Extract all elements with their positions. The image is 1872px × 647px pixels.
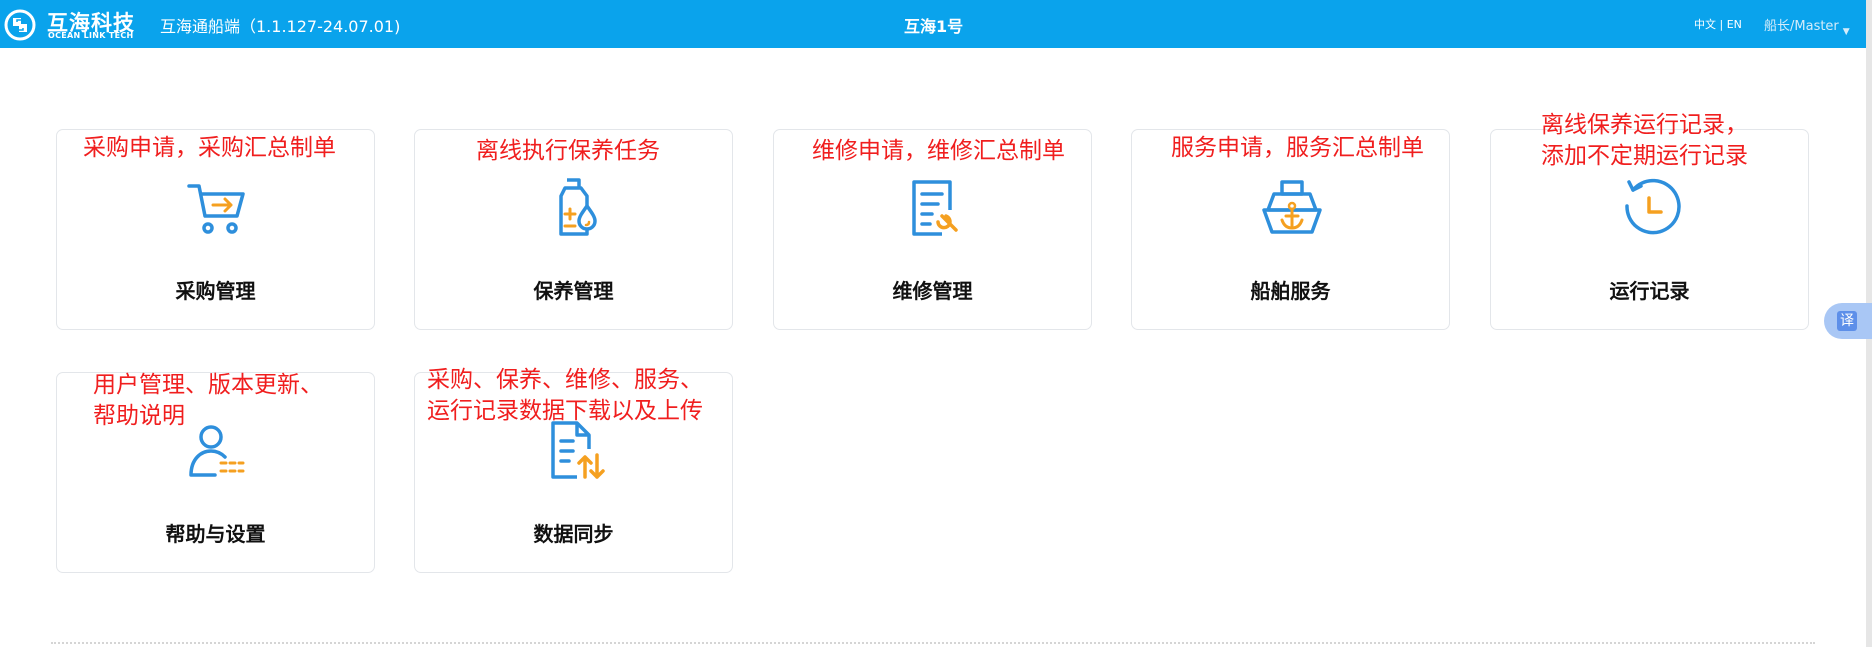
annotation-data-sync: 采购、保养、维修、服务、 运行记录数据下载以及上传 [427,365,703,427]
annotation-line: 帮助说明 [93,403,185,429]
module-label: 帮助与设置 [165,522,266,546]
document-wrench-icon [912,180,958,236]
ship-anchor-icon [1262,180,1322,234]
annotation-line: 采购、保养、维修、服务、 [427,367,703,393]
ocean-link-logo-icon [4,9,36,41]
language-switch[interactable]: 中文 | EN [1694,16,1742,32]
annotation-repair: 维修申请，维修汇总制单 [812,138,1065,164]
module-label: 保养管理 [533,279,614,303]
oil-bottle-icon [559,178,597,236]
annotation-maintenance: 离线执行保养任务 [476,138,660,164]
divider [51,642,1815,644]
shopping-cart-icon [187,184,245,234]
annotation-run-record: 离线保养运行记录， 添加不定期运行记录 [1541,110,1748,172]
module-label: 采购管理 [175,279,256,303]
ship-name: 互海1号 [904,17,964,36]
document-sync-icon [551,421,605,479]
module-label: 船舶服务 [1250,279,1331,303]
app-title: 互海通船端（1.1.127-24.07.01) [160,17,401,36]
annotation-ship-service: 服务申请，服务汇总制单 [1171,135,1424,161]
translate-button[interactable]: 译 [1824,303,1872,339]
annotation-help-settings: 用户管理、版本更新、 帮助说明 [93,370,323,432]
module-label: 维修管理 [892,279,973,303]
annotation-line: 添加不定期运行记录 [1541,143,1748,169]
translate-icon: 译 [1837,311,1857,331]
user-name: 船长/Master [1764,19,1839,34]
caret-down-icon: ▼ [1842,27,1850,37]
user-menu[interactable]: 船长/Master ▼ [1764,15,1850,37]
module-label: 运行记录 [1609,279,1690,303]
annotation-line: 运行记录数据下载以及上传 [427,398,703,424]
annotation-line: 离线保养运行记录， [1541,112,1748,138]
module-label: 数据同步 [533,522,614,546]
brand-english-name: OCEAN LINK TECH [48,31,134,40]
annotation-line: 用户管理、版本更新、 [93,372,323,398]
annotation-purchase: 采购申请，采购汇总制单 [83,135,336,161]
top-bar: 互海科技 OCEAN LINK TECH 互海通船端（1.1.127-24.07… [0,0,1866,48]
clock-history-icon [1625,178,1681,235]
